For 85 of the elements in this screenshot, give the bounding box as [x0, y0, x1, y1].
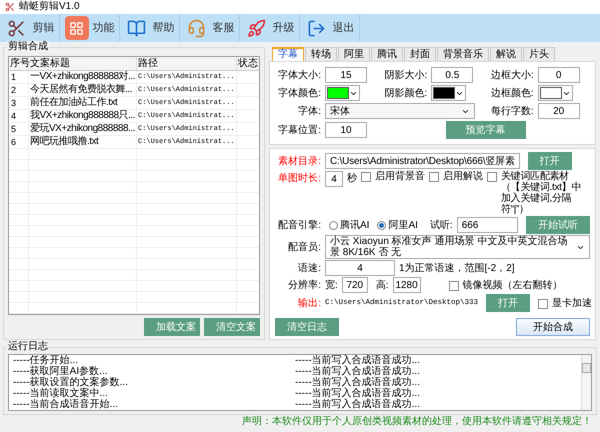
field-label: 单图时长:: [277, 172, 321, 186]
settings-tab[interactable]: 背景音乐: [437, 47, 489, 61]
toolbar-button[interactable]: 退出: [300, 14, 360, 42]
settings-tab[interactable]: 片头: [523, 47, 555, 61]
table-cell: 网吧玩推哦撸.txt: [29, 136, 137, 148]
input-field[interactable]: 20: [538, 103, 580, 119]
dropdown[interactable]: 宋体: [325, 103, 475, 119]
input-field[interactable]: 666: [456, 217, 518, 233]
toolbar-button[interactable]: 帮助: [120, 14, 180, 42]
table-cell: 爱玩VX+zhikong888888...: [29, 123, 137, 135]
field-label: 宽:: [325, 278, 338, 292]
log-line: -----当前合成语音开始...: [13, 399, 119, 410]
field-label: 阴影大小:: [384, 68, 428, 82]
input-field[interactable]: 4: [325, 171, 343, 187]
table-cell: 3: [9, 97, 29, 109]
field-label: 输出:: [297, 296, 321, 310]
settings-tab[interactable]: 转场: [305, 47, 337, 61]
field-label: 试听:: [430, 218, 453, 232]
log-line: -----当前写入合成语音成功...: [295, 399, 421, 410]
input-field[interactable]: 0.5: [431, 67, 474, 83]
log-line: -----当前读取文案中...: [13, 388, 109, 399]
field-label: 边框颜色:: [490, 86, 534, 100]
settings-tab[interactable]: 封面: [404, 47, 436, 61]
input-field[interactable]: 720: [342, 277, 368, 293]
settings-tab[interactable]: 字幕: [272, 47, 304, 61]
dropdown[interactable]: 小云 Xiaoyun 标准女声 通用场景 中文及中英文混合场景 8K/16K 否 无: [325, 235, 590, 259]
input-field[interactable]: C:\Users\Administrator\Desktop\666\竖屏素: [325, 153, 520, 169]
input-field[interactable]: 4: [325, 260, 395, 276]
radio-label: 腾讯AI: [340, 218, 370, 232]
table-cell: 5: [9, 123, 29, 135]
field-label: 阴影颜色:: [384, 86, 428, 100]
field-label: 1为正常语速，范围[-2，2]: [399, 262, 515, 274]
field-label: 字体颜色:: [277, 86, 321, 100]
table-cell: 6: [9, 136, 29, 148]
column-header[interactable]: 文案标题: [29, 57, 137, 70]
toolbar-button[interactable]: 功能: [60, 14, 120, 42]
log-line: -----获取阿里AI参数...: [13, 366, 108, 377]
log-line: -----当前写入合成语音成功...: [295, 366, 421, 377]
field-label: 字幕位置:: [277, 124, 321, 136]
checkbox-label: 镜像视频（左右翻转）: [462, 280, 563, 290]
field-label: 分辨率:: [287, 278, 321, 292]
checkbox-label: 启用背景音: [375, 171, 425, 182]
toolbar-button[interactable]: 升级: [240, 14, 300, 42]
field-label: 素材目录:: [277, 154, 321, 168]
table-cell: 1: [9, 71, 29, 83]
log-line: -----获取设置的文案参数...: [13, 377, 129, 388]
column-header[interactable]: 状态: [237, 57, 259, 70]
field-label: 边框大小:: [490, 68, 534, 82]
start-button[interactable]: 开始合成: [516, 318, 590, 336]
group-title: 运行日志: [7, 341, 49, 353]
field-label: 配音引擎:: [277, 218, 321, 232]
input-field[interactable]: 1280: [392, 277, 421, 293]
input-field[interactable]: 10: [325, 122, 367, 138]
settings-tab[interactable]: 腾讯: [371, 47, 403, 61]
log-line: -----任务开始...: [13, 355, 79, 366]
field-label: 配音员:: [287, 240, 321, 254]
radio-label: 阿里AI: [388, 218, 418, 232]
toolbar-button[interactable]: 客服: [180, 14, 240, 42]
field-label: 语速:: [297, 262, 321, 274]
window-title: 蜻蜓剪辑V1.0: [19, 1, 80, 13]
field-label: 高:: [376, 278, 389, 292]
settings-tab[interactable]: 阿里: [338, 47, 370, 61]
footer-notice: 声明：本软件仅用于个人原创类视频素材的处理，使用本软件请遵守相关规定！: [242, 416, 592, 428]
table-cell: 一VX+zhikong888888对...: [29, 71, 137, 83]
table-cell: 前任在加油站工作.txt: [29, 97, 137, 109]
field-label: 秒: [347, 172, 357, 186]
settings-tab[interactable]: 解说: [490, 47, 522, 61]
column-header[interactable]: 路径: [137, 57, 237, 70]
checkbox-label: 显卡加速: [552, 298, 592, 308]
field-label: 每行字数:: [490, 104, 534, 118]
log-line: -----当前写入合成语音成功...: [295, 388, 421, 399]
input-field[interactable]: 0: [538, 67, 580, 83]
table-cell: 4: [9, 110, 29, 122]
log-line: -----当前写入合成语音成功...: [295, 355, 421, 366]
field-label: 字体:: [297, 104, 321, 118]
table-cell: 2: [9, 84, 29, 96]
table-cell: 我VX+zhikong888888只...: [29, 110, 137, 122]
table-cell: 今天居然有免费脱衣舞...: [29, 84, 137, 96]
checkbox-label: 关键词匹配素材（【关键词.txt】中加入关键词,分隔符“|”）: [501, 171, 582, 215]
input-field[interactable]: 15: [325, 67, 367, 83]
checkbox-label: 启用解说: [443, 171, 483, 182]
column-header[interactable]: 序号: [9, 57, 29, 70]
log-line: -----当前写入合成语音成功...: [295, 377, 421, 388]
group-title: 剪辑合成: [7, 41, 49, 53]
field-label: 字体大小:: [277, 68, 321, 82]
